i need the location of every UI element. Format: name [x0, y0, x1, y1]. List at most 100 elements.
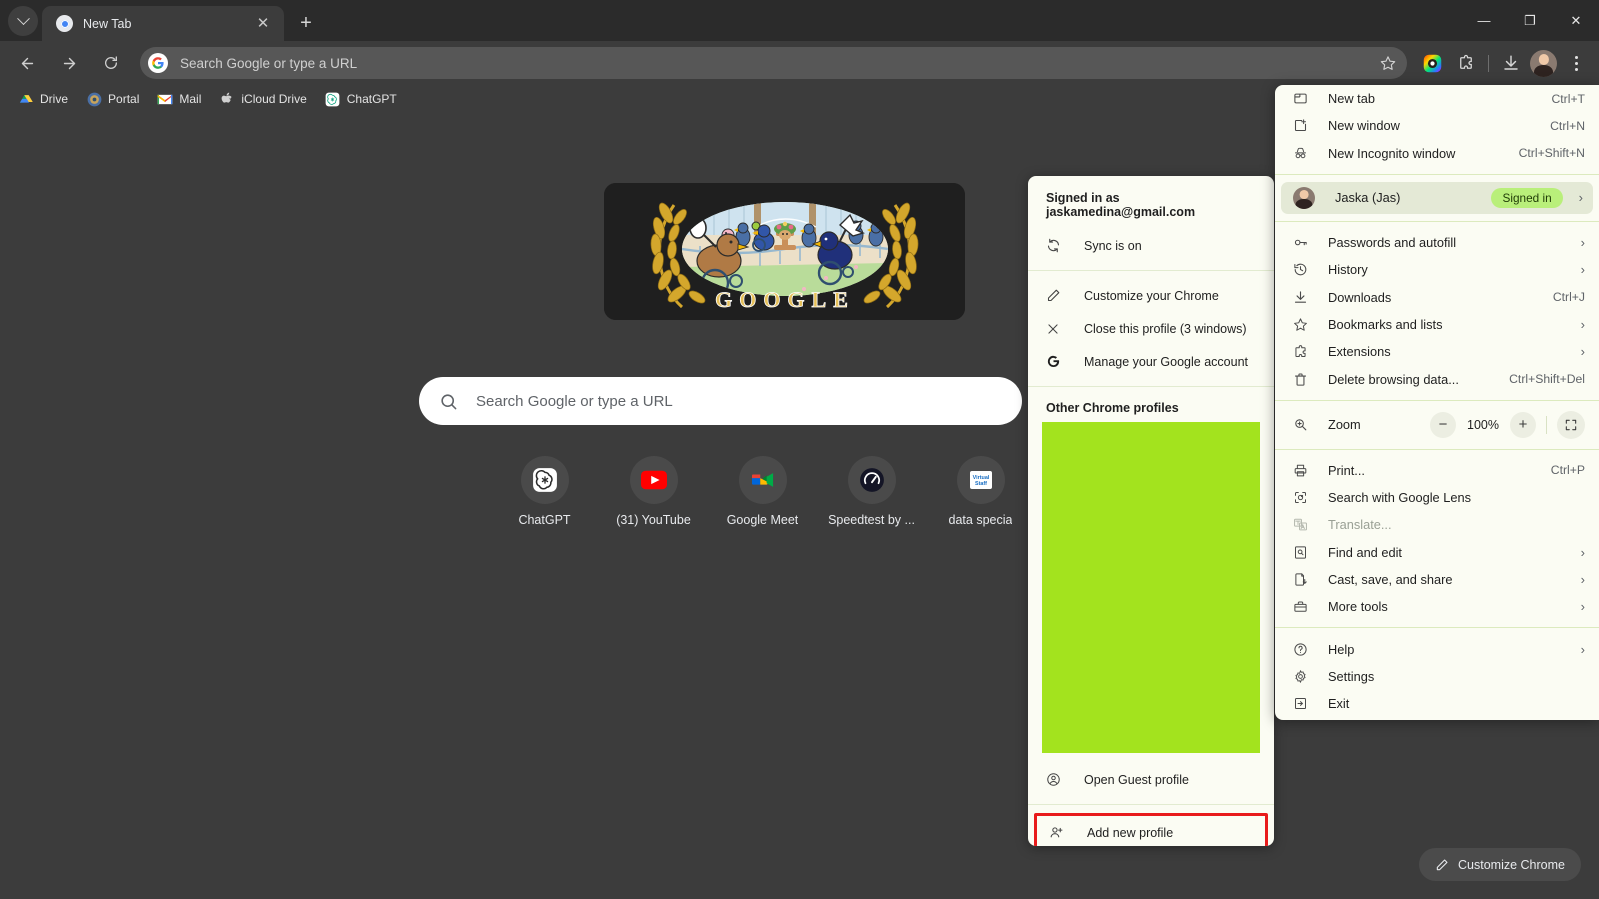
- chevron-right-icon: ›: [1580, 316, 1585, 332]
- menu-divider: [1275, 173, 1599, 175]
- panel-divider: [1028, 386, 1274, 387]
- close-this-profile-label: Close this profile (3 windows): [1084, 321, 1247, 336]
- forward-button[interactable]: [52, 46, 86, 80]
- manage-google-account-row[interactable]: Manage your Google account: [1028, 345, 1274, 378]
- search-input[interactable]: Search Google or type a URL: [419, 377, 1022, 425]
- other-profiles-region[interactable]: [1042, 422, 1260, 753]
- browser-tab[interactable]: New Tab ✕: [42, 6, 284, 41]
- zoom-in-button[interactable]: +: [1510, 411, 1536, 438]
- bookmark-portal[interactable]: Portal: [78, 87, 147, 111]
- menu-item-label: New window: [1328, 118, 1400, 134]
- zoom-out-button[interactable]: −: [1430, 411, 1456, 438]
- download-icon: [1293, 290, 1313, 305]
- shortcut-label: data specia: [948, 513, 1013, 527]
- menu-item-exit[interactable]: Exit: [1275, 690, 1599, 717]
- menu-item-cast-save-and-share[interactable]: Cast, save, and share ›: [1275, 566, 1599, 593]
- menu-item-label: New Incognito window: [1328, 145, 1456, 161]
- shortcut-speedtest[interactable]: Speedtest by ...: [817, 448, 926, 527]
- menu-item-extensions[interactable]: Extensions ›: [1275, 338, 1599, 365]
- close-window-button[interactable]: ✕: [1553, 0, 1599, 41]
- svg-text:Staff: Staff: [975, 481, 987, 487]
- other-chrome-profiles-header: Other Chrome profiles: [1046, 401, 1179, 415]
- menu-item-more-tools[interactable]: More tools ›: [1275, 593, 1599, 620]
- menu-item-find-and-edit[interactable]: Find and edit ›: [1275, 539, 1599, 566]
- menu-item-label: New tab: [1328, 91, 1375, 107]
- menu-item-search-with-google-lens[interactable]: Search with Google Lens: [1275, 484, 1599, 511]
- shortcut-google-meet[interactable]: Google Meet: [708, 448, 817, 527]
- bookmark-chatgpt[interactable]: ChatGPT: [317, 87, 405, 111]
- menu-item-passwords-and-autofill[interactable]: Passwords and autofill ›: [1275, 229, 1599, 256]
- menu-item-help[interactable]: Help ›: [1275, 635, 1599, 662]
- menu-item-new-incognito-window[interactable]: New Incognito window Ctrl+Shift+N: [1275, 140, 1599, 167]
- customize-your-chrome-row[interactable]: Customize your Chrome: [1028, 279, 1274, 312]
- back-arrow-icon: [21, 57, 33, 69]
- google-doodle[interactable]: GOOGLE: [604, 183, 965, 320]
- menu-item-label: Search with Google Lens: [1328, 490, 1471, 506]
- back-button[interactable]: [10, 46, 44, 80]
- fullscreen-button[interactable]: [1557, 410, 1585, 439]
- menu-item-label: Print...: [1328, 462, 1365, 478]
- customize-chrome-button[interactable]: Customize Chrome: [1419, 848, 1581, 881]
- menu-item-settings[interactable]: Settings: [1275, 663, 1599, 690]
- bookmark-label: ChatGPT: [346, 92, 397, 106]
- menu-item-delete-browsing-data[interactable]: Delete browsing data... Ctrl+Shift+Del: [1275, 365, 1599, 392]
- chrome-main-menu: New tab Ctrl+T New window Ctrl+N New Inc…: [1275, 85, 1599, 720]
- profile-avatar[interactable]: [1530, 49, 1557, 77]
- menu-item-label: Exit: [1328, 696, 1350, 712]
- reload-button[interactable]: [94, 46, 128, 80]
- bookmark-drive[interactable]: Drive: [10, 87, 76, 111]
- bookmark-icloud-drive[interactable]: iCloud Drive: [211, 87, 314, 111]
- chrome-favicon: [56, 15, 73, 32]
- shortcut-youtube[interactable]: (31) YouTube: [599, 448, 708, 527]
- menu-item-history[interactable]: History ›: [1275, 256, 1599, 283]
- forward-arrow-icon: [63, 57, 75, 69]
- lens-icon: [1293, 490, 1313, 505]
- shortcut-chatgpt[interactable]: ChatGPT: [490, 448, 599, 527]
- menu-item-new-tab[interactable]: New tab Ctrl+T: [1275, 85, 1599, 112]
- add-person-icon: [1049, 825, 1071, 840]
- omnibox[interactable]: Search Google or type a URL: [140, 47, 1407, 79]
- avatar: [1293, 186, 1315, 209]
- add-new-profile-row[interactable]: Add new profile: [1037, 816, 1265, 846]
- printer-icon: [1293, 463, 1313, 478]
- menu-item-downloads[interactable]: Downloads Ctrl+J: [1275, 283, 1599, 310]
- sync-status-label: Sync is on: [1084, 238, 1142, 253]
- chevron-right-icon: ›: [1580, 235, 1585, 251]
- search-icon: [441, 393, 457, 409]
- menu-item-label: Find and edit: [1328, 544, 1402, 560]
- new-tab-button[interactable]: +: [292, 9, 320, 37]
- tab-strip: New Tab ✕ + — ❐ ✕: [0, 0, 1599, 41]
- maximize-button[interactable]: ❐: [1507, 0, 1553, 41]
- close-this-profile-row[interactable]: Close this profile (3 windows): [1028, 312, 1274, 345]
- menu-item-accel: Ctrl+J: [1552, 290, 1585, 305]
- gear-icon: [1293, 669, 1313, 684]
- shortcut-data-specialist[interactable]: Virtual Staff data specia: [926, 448, 1035, 527]
- bookmark-star-icon[interactable]: [1375, 50, 1401, 76]
- menu-item-label: More tools: [1328, 599, 1388, 615]
- close-tab-icon[interactable]: ✕: [252, 13, 274, 35]
- extensions-icon[interactable]: [1451, 48, 1481, 78]
- menu-item-label: History: [1328, 262, 1368, 278]
- shortcut-label: Speedtest by ...: [828, 513, 915, 527]
- menu-item-new-window[interactable]: New window Ctrl+N: [1275, 112, 1599, 139]
- menu-item-label: Extensions: [1328, 344, 1391, 360]
- menu-item-bookmarks-and-lists[interactable]: Bookmarks and lists ›: [1275, 311, 1599, 338]
- search-tabs-button[interactable]: [8, 6, 38, 36]
- chevron-right-icon: ›: [1580, 544, 1585, 560]
- bookmark-mail[interactable]: Mail: [149, 87, 209, 111]
- sync-status-row[interactable]: Sync is on: [1028, 229, 1274, 262]
- menu-item-profile[interactable]: Jaska (Jas) Signed in ›: [1281, 181, 1593, 214]
- menu-item-label: Help: [1328, 641, 1355, 657]
- svg-text:GOOGLE: GOOGLE: [715, 287, 855, 312]
- profile-panel: Signed in as jaskamedina@gmail.com Sync …: [1028, 176, 1274, 846]
- minimize-button[interactable]: —: [1461, 0, 1507, 41]
- shortcut-label: Google Meet: [726, 513, 799, 527]
- open-guest-profile-row[interactable]: Open Guest profile: [1028, 763, 1274, 796]
- browser-toolbar: Search Google or type a URL: [0, 41, 1599, 85]
- google-meet-icon: [738, 456, 787, 504]
- menu-item-print[interactable]: Print... Ctrl+P: [1275, 457, 1599, 484]
- gemini-icon[interactable]: [1417, 48, 1447, 78]
- chrome-menu-button[interactable]: [1561, 48, 1591, 78]
- customize-your-chrome-label: Customize your Chrome: [1084, 288, 1219, 303]
- downloads-icon[interactable]: [1496, 48, 1526, 78]
